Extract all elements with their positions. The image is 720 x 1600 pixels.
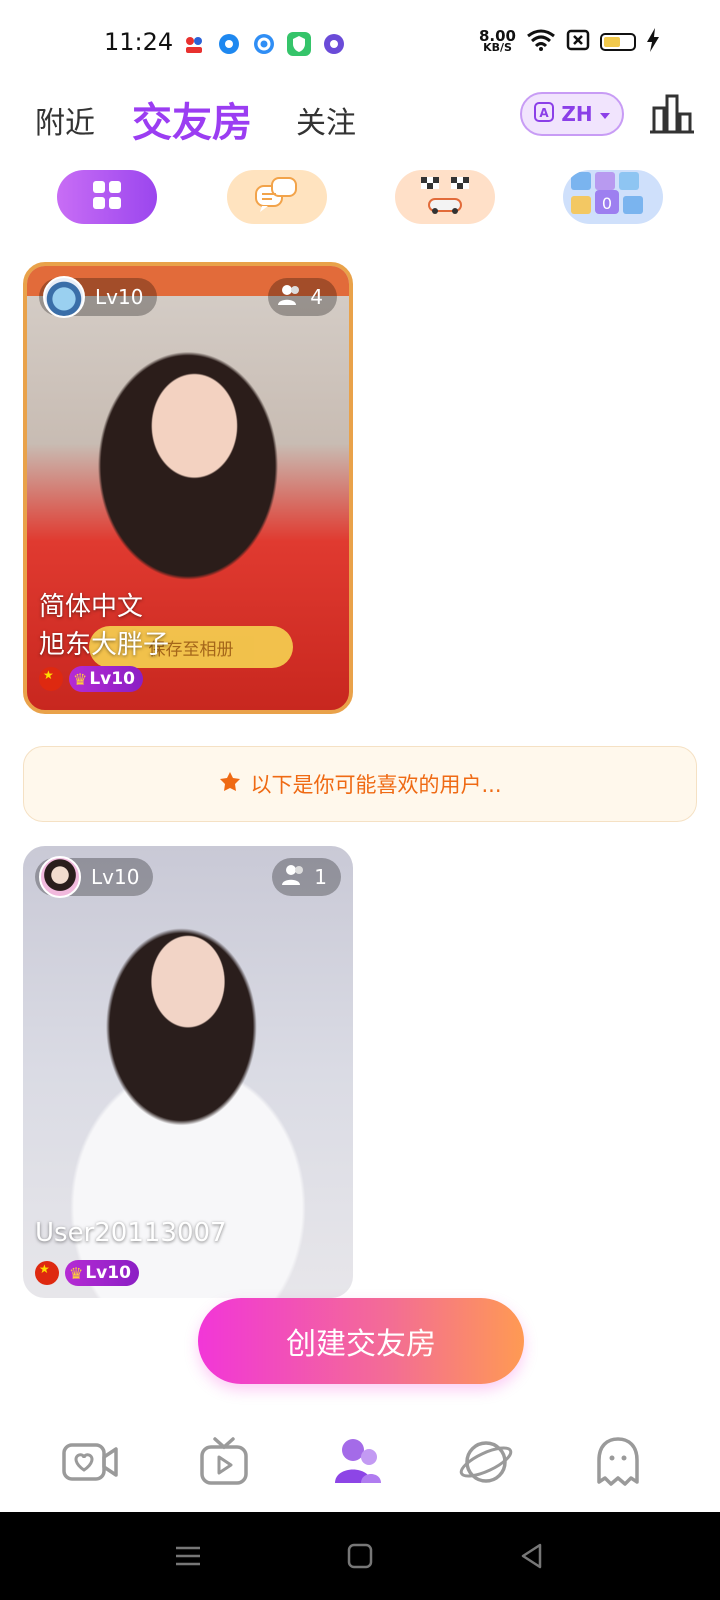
member-count-chip: 1 <box>272 858 341 896</box>
category-bar: 0 <box>0 170 720 226</box>
charging-icon <box>646 28 660 56</box>
planet-app-icon <box>322 32 346 56</box>
tab-live-tv[interactable] <box>192 1432 256 1496</box>
category-number-game[interactable]: 0 <box>563 170 663 224</box>
tab-nearby[interactable]: 附近 <box>35 98 95 142</box>
svg-text:A: A <box>540 106 550 120</box>
create-room-button[interactable]: 创建交友房 <box>198 1298 524 1384</box>
host-avatar <box>39 856 81 898</box>
bottom-tab-bar <box>0 1420 720 1510</box>
host-level-chip: Lv10 <box>35 856 154 898</box>
planet-icon <box>457 1437 515 1491</box>
number-puzzle-icon: 0 <box>565 170 661 224</box>
level-badge: ♛ Lv10 <box>69 666 143 692</box>
crown-icon: ♛ <box>73 669 88 689</box>
caret-down-icon <box>599 102 611 126</box>
menu-icon[interactable] <box>174 1542 202 1570</box>
tab-friend-rooms-nav[interactable] <box>326 1432 390 1496</box>
chat-bubbles-icon <box>254 176 300 218</box>
host-name: 旭东大胖子 <box>39 630 170 660</box>
network-speed: 8.00 KB/S <box>478 27 516 54</box>
svg-text:0: 0 <box>602 194 612 213</box>
friends-icon <box>333 1437 383 1491</box>
racing-flags-icon <box>413 173 477 221</box>
star-badge-icon <box>218 770 242 799</box>
tv-play-icon <box>199 1437 249 1491</box>
china-flag-icon <box>35 1261 59 1285</box>
baidu-app-icon <box>182 32 206 56</box>
ranking-button[interactable] <box>648 92 696 136</box>
ghost-icon <box>595 1436 641 1492</box>
shield-app-icon <box>287 32 311 56</box>
recommend-banner: 以下是你可能喜欢的用户... <box>23 746 697 822</box>
tab-following[interactable]: 关注 <box>296 98 356 142</box>
tab-profile[interactable] <box>586 1432 650 1496</box>
ranking-chart-icon <box>648 94 696 140</box>
tab-friend-rooms[interactable]: 交友房 <box>132 90 252 148</box>
home-icon[interactable] <box>346 1542 374 1570</box>
tab-video-chat[interactable] <box>58 1432 122 1496</box>
host-avatar <box>43 276 85 318</box>
recommend-text: 以下是你可能喜欢的用户... <box>250 773 502 797</box>
translate-icon: A <box>533 101 555 128</box>
room-card[interactable]: Lv10 1 User20113007 ♛ Lv10 <box>23 846 353 1298</box>
system-navigation-bar <box>0 1512 720 1600</box>
top-header: 附近 交友房 关注 A ZH <box>0 86 720 150</box>
tab-discover[interactable] <box>454 1432 518 1496</box>
members-icon <box>278 284 302 311</box>
grid-icon <box>91 179 123 215</box>
members-icon <box>282 864 306 891</box>
crown-icon: ♛ <box>69 1263 84 1283</box>
room-title: 简体中文 <box>39 592 144 622</box>
host-badges: ♛ Lv10 <box>39 666 143 692</box>
room-card[interactable]: Lv10 4 保存至相册 简体中文 旭东大胖子 ♛ Lv10 <box>23 262 353 714</box>
level-badge: ♛ Lv10 <box>65 1260 139 1286</box>
wifi-icon <box>526 28 556 56</box>
back-icon[interactable] <box>518 1542 546 1570</box>
no-sim-icon <box>566 29 590 55</box>
language-label: ZH <box>561 102 593 126</box>
status-bar: 11:24 8.00 KB/S <box>0 0 720 90</box>
category-chat[interactable] <box>227 170 327 224</box>
host-badges: ♛ Lv10 <box>35 1260 139 1286</box>
notification-icons <box>182 32 346 56</box>
video-heart-icon <box>61 1439 119 1489</box>
host-level-chip: Lv10 <box>39 276 158 318</box>
category-all[interactable] <box>57 170 157 224</box>
china-flag-icon <box>39 667 63 691</box>
battery-icon <box>600 33 636 51</box>
circle-app-icon <box>217 32 241 56</box>
host-name: User20113007 <box>35 1218 227 1248</box>
browser-app-icon <box>252 32 276 56</box>
member-count-chip: 4 <box>268 278 337 316</box>
status-time: 11:24 <box>104 28 174 56</box>
language-selector[interactable]: A ZH <box>520 92 624 136</box>
category-racing[interactable] <box>395 170 495 224</box>
